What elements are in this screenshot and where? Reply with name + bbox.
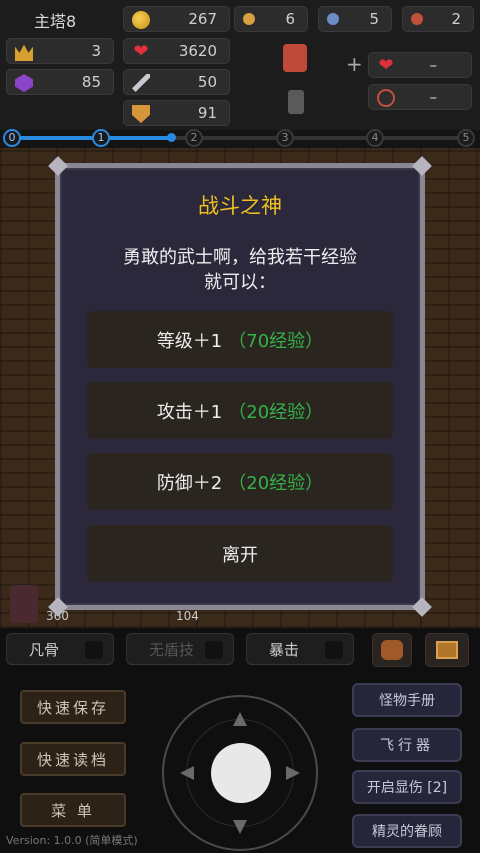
- bag-icon: [381, 640, 403, 660]
- hero-sprite-icon: [283, 44, 307, 72]
- shield-icon: [377, 89, 395, 107]
- blue-key-stat: 5: [318, 6, 392, 32]
- chest-button[interactable]: [425, 633, 469, 667]
- hp-stat: ❤ 3620: [123, 38, 230, 64]
- shield-icon: [132, 105, 150, 123]
- behind-number-mid: 104: [176, 609, 199, 623]
- version-label: Version: 1.0.0 (简单模式): [6, 834, 138, 847]
- fly-button[interactable]: 飞行器: [352, 728, 462, 762]
- gold-stat: 267: [123, 6, 230, 32]
- progress-node: 5: [457, 129, 475, 147]
- level-stat: 3: [6, 38, 114, 64]
- arrow-down-icon[interactable]: [233, 820, 247, 834]
- sword-icon: [132, 74, 150, 92]
- coin-icon: [132, 11, 150, 29]
- red-key-stat: 2: [402, 6, 474, 32]
- equip-plus: +: [346, 52, 363, 76]
- heart-icon: ❤: [378, 55, 394, 76]
- arrow-right-icon[interactable]: [286, 766, 300, 780]
- arrow-left-icon[interactable]: [180, 766, 194, 780]
- quick-save-button[interactable]: 快速保存: [20, 690, 126, 724]
- toggle-crit[interactable]: 暴击: [246, 633, 354, 665]
- heart-icon: ❤: [133, 41, 149, 62]
- attack-stat: 50: [123, 69, 230, 95]
- toggle-checkbox[interactable]: [205, 641, 223, 659]
- leave-button[interactable]: 离开: [87, 525, 393, 582]
- level-up-button[interactable]: 等级＋1 （70经验）: [87, 311, 393, 368]
- toggle-checkbox[interactable]: [325, 641, 343, 659]
- blue-key-icon: [327, 13, 339, 25]
- yellow-key-icon: [243, 13, 255, 25]
- exp-stat: 85: [6, 69, 114, 95]
- attack-up-button[interactable]: 攻击＋1 （20经验）: [87, 382, 393, 439]
- progress-node: 3: [276, 129, 294, 147]
- quick-load-button[interactable]: 快速读档: [20, 742, 126, 776]
- defense-up-button[interactable]: 防御＋2 （20经验）: [87, 453, 393, 510]
- red-key-icon: [411, 13, 423, 25]
- toggle-shieldless[interactable]: 无盾技: [126, 633, 234, 665]
- companion-sprite-icon: [288, 90, 304, 114]
- monster-manual-button[interactable]: 怪物手册: [352, 683, 462, 717]
- show-damage-button[interactable]: 开启显伤 [2]: [352, 770, 462, 804]
- menu-button[interactable]: 菜 单: [20, 793, 126, 827]
- progress-node: 4: [366, 129, 384, 147]
- equip-slot-heart[interactable]: ❤ –: [368, 52, 472, 78]
- progress-node: 0: [3, 129, 21, 147]
- fairy-blessing-button[interactable]: 精灵的眷顾: [352, 814, 462, 848]
- yellow-key-stat: 6: [234, 6, 308, 32]
- god-of-war-dialog: 战斗之神 勇敢的武士啊，给我若干经验 就可以： 等级＋1 （70经验） 攻击＋1 （…: [48, 156, 432, 617]
- progress-marker: [167, 133, 176, 142]
- dialog-message: 勇敢的武士啊，给我若干经验 就可以：: [123, 247, 357, 293]
- bag-button[interactable]: [372, 633, 412, 667]
- red-gem-sprite-icon: [10, 585, 38, 623]
- floor-label: 主塔8: [34, 12, 77, 31]
- equip-slot-shield[interactable]: –: [368, 84, 472, 110]
- arrow-up-icon[interactable]: [233, 712, 247, 726]
- toggle-checkbox[interactable]: [85, 641, 103, 659]
- gem-icon: [15, 74, 33, 92]
- joystick-knob[interactable]: [211, 743, 271, 803]
- progress-node: 1: [92, 129, 110, 147]
- chest-icon: [436, 641, 458, 659]
- defense-stat: 91: [123, 100, 230, 126]
- crown-icon: [15, 44, 33, 61]
- progress-node: 2: [185, 129, 203, 147]
- dialog-title: 战斗之神: [198, 194, 282, 218]
- toggle-fangu[interactable]: 凡骨: [6, 633, 114, 665]
